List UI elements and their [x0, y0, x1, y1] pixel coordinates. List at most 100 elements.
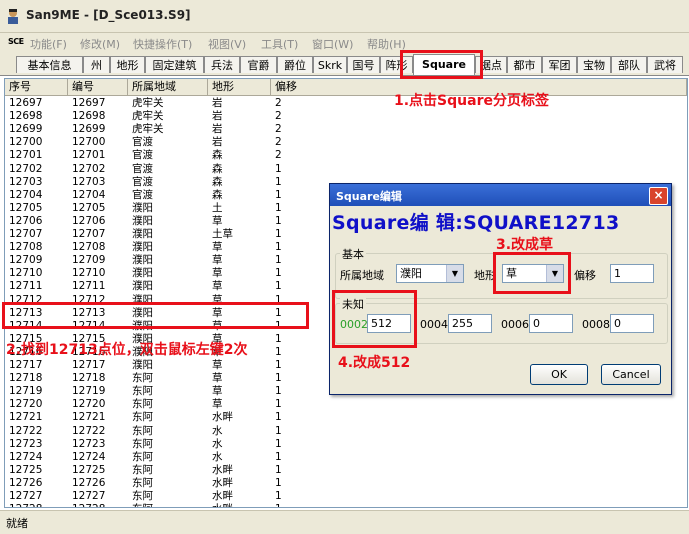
- tab-treasure[interactable]: 宝物: [577, 56, 611, 73]
- menu-modify[interactable]: 修改(M): [80, 36, 120, 52]
- table-row[interactable]: 12728 12728 东阿 水畔 1: [5, 504, 305, 507]
- table-cell: 12721: [9, 411, 43, 424]
- table-row[interactable]: 12720 12720 东阿 草 1: [5, 399, 305, 410]
- tab-terrain[interactable]: 地形: [110, 56, 145, 73]
- table-row[interactable]: 12700 12700 官渡 岩 2: [5, 137, 305, 148]
- offset-input[interactable]: 1: [610, 264, 654, 283]
- table-row[interactable]: 12722 12722 东阿 水 1: [5, 424, 305, 437]
- table-row[interactable]: 12711 12711 濮阳 草 1: [5, 281, 305, 292]
- table-row[interactable]: 12717 12717 濮阳 草 1: [5, 360, 305, 371]
- chevron-down-icon[interactable]: ▼: [446, 265, 463, 282]
- menu-tools[interactable]: 工具(T): [261, 36, 298, 52]
- table-cell: 2: [275, 123, 282, 136]
- menu-shortcuts[interactable]: 快捷操作(T): [133, 36, 192, 52]
- column-header-region[interactable]: 所属地域: [128, 79, 208, 96]
- table-row[interactable]: 12703 12703 官渡 森 1: [5, 175, 305, 188]
- table-cell: 12702: [72, 162, 106, 175]
- table-cell: 1: [275, 175, 282, 188]
- table-row[interactable]: 12697 12697 虎牢关 岩 2: [5, 98, 305, 109]
- table-cell: 12708: [72, 241, 106, 254]
- table-cell: 12722: [9, 424, 43, 437]
- table-cell: 岩: [212, 110, 223, 123]
- table-cell: 东阿: [132, 424, 153, 437]
- ok-button[interactable]: OK: [530, 364, 588, 385]
- field-0004-input[interactable]: 255: [448, 314, 492, 333]
- table-row[interactable]: 12725 12725 东阿 水畔 1: [5, 464, 305, 476]
- field-0006-input[interactable]: 0: [529, 314, 573, 333]
- table-row[interactable]: 12705 12705 濮阳 土 1: [5, 201, 305, 214]
- table-row[interactable]: 12718 12718 东阿 草 1: [5, 373, 305, 384]
- table-cell: 1: [275, 188, 282, 201]
- region-select[interactable]: 濮阳 ▼: [396, 264, 464, 283]
- field-0004-label: 0004: [420, 318, 448, 331]
- table-cell: 森: [212, 162, 223, 175]
- table-cell: 1: [275, 345, 282, 358]
- tab-city[interactable]: 都市: [507, 56, 542, 73]
- tab-official-rank[interactable]: 官爵: [240, 56, 277, 73]
- table-cell: 12705: [72, 201, 106, 214]
- table-cell: 草: [212, 254, 223, 267]
- table-cell: 水畔: [212, 411, 233, 424]
- cancel-button[interactable]: Cancel: [601, 364, 661, 385]
- region-label: 所属地域: [340, 269, 384, 282]
- table-cell: 岩: [212, 97, 223, 109]
- table-cell: 12718: [72, 372, 106, 385]
- field-0008-input[interactable]: 0: [610, 314, 654, 333]
- table-cell: 12698: [9, 110, 43, 123]
- table-cell: 东阿: [132, 504, 153, 507]
- table-row[interactable]: 12707 12707 濮阳 土草 1: [5, 229, 305, 240]
- tab-corps[interactable]: 军团: [542, 56, 577, 73]
- table-cell: 濮阳: [132, 228, 153, 240]
- table-cell: 12710: [9, 267, 43, 280]
- table-cell: 12726: [72, 476, 106, 489]
- table-cell: 12722: [72, 424, 106, 437]
- tab-state[interactable]: 州: [83, 56, 110, 73]
- table-cell: 水: [212, 437, 223, 450]
- tab-unit[interactable]: 部队: [611, 56, 647, 73]
- table-cell: 1: [275, 241, 282, 254]
- table-row[interactable]: 12708 12708 濮阳 草 1: [5, 242, 305, 253]
- column-header-id[interactable]: 编号: [68, 79, 128, 96]
- table-cell: 12697: [72, 97, 106, 109]
- tab-basic-info[interactable]: 基本信息: [16, 56, 83, 73]
- tab-fixed-building[interactable]: 固定建筑: [145, 56, 204, 73]
- table-row[interactable]: 12702 12702 官渡 森 1: [5, 162, 305, 175]
- tab-country-name[interactable]: 国号: [347, 56, 380, 73]
- column-header-terrain[interactable]: 地形: [208, 79, 271, 96]
- tab-nobility[interactable]: 爵位: [277, 56, 313, 73]
- table-row[interactable]: 12698 12698 虎牢关 岩 2: [5, 111, 305, 122]
- menu-view[interactable]: 视图(V): [208, 36, 246, 52]
- table-cell: 12697: [9, 97, 43, 109]
- table-cell: 12704: [9, 188, 43, 201]
- table-row[interactable]: 12701 12701 官渡 森 2: [5, 150, 305, 161]
- table-cell: 1: [275, 450, 282, 463]
- dialog-title: Square编辑: [336, 190, 402, 203]
- table-row[interactable]: 12723 12723 东阿 水 1: [5, 437, 305, 450]
- close-icon[interactable]: ×: [649, 187, 668, 205]
- table-row[interactable]: 12704 12704 官渡 森 1: [5, 188, 305, 201]
- table-row[interactable]: 12709 12709 濮阳 草 1: [5, 255, 305, 266]
- table-cell: 12723: [9, 437, 43, 450]
- table-cell: 濮阳: [132, 359, 153, 371]
- tab-general[interactable]: 武将: [647, 56, 683, 73]
- table-row[interactable]: 12721 12721 东阿 水畔 1: [5, 412, 305, 423]
- table-cell: 森: [212, 175, 223, 188]
- tab-skrk[interactable]: Skrk: [313, 56, 347, 73]
- field-0008-label: 0008: [582, 318, 610, 331]
- menu-window[interactable]: 窗口(W): [312, 36, 353, 52]
- menu-function[interactable]: 功能(F): [30, 36, 67, 52]
- table-row[interactable]: 12719 12719 东阿 草 1: [5, 386, 305, 397]
- table-row[interactable]: 12710 12710 濮阳 草 1: [5, 268, 305, 279]
- table-row[interactable]: 12724 12724 东阿 水 1: [5, 450, 305, 463]
- tab-tactics[interactable]: 兵法: [204, 56, 240, 73]
- table-row[interactable]: 12727 12727 东阿 水畔 1: [5, 491, 305, 502]
- column-header-index[interactable]: 序号: [5, 79, 68, 96]
- table-cell: 1: [275, 424, 282, 437]
- table-cell: 濮阳: [132, 254, 153, 267]
- table-row[interactable]: 12706 12706 濮阳 草 1: [5, 215, 305, 227]
- table-cell: 12700: [9, 136, 43, 149]
- table-row[interactable]: 12726 12726 东阿 水畔 1: [5, 476, 305, 489]
- system-menu-icon[interactable]: SCE: [8, 37, 24, 46]
- table-cell: 东阿: [132, 411, 153, 424]
- table-row[interactable]: 12699 12699 虎牢关 岩 2: [5, 124, 305, 135]
